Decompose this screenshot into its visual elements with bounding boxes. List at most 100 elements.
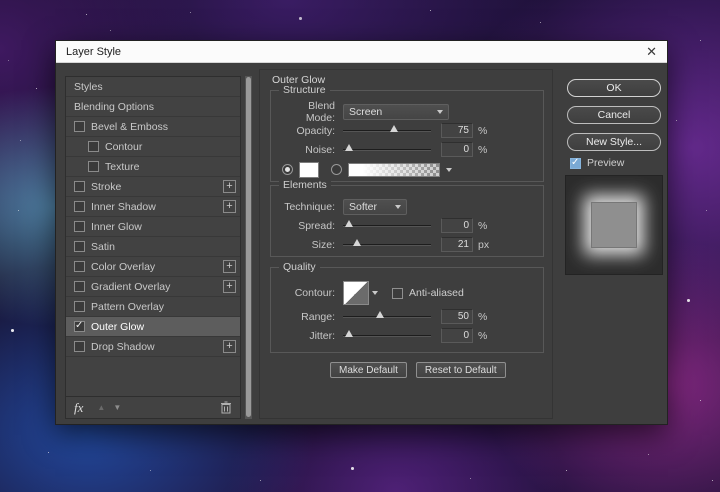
delete-effect-icon[interactable] (220, 401, 232, 414)
range-label: Range: (301, 310, 335, 323)
style-enable-checkbox[interactable] (88, 141, 99, 152)
opacity-slider[interactable] (343, 124, 431, 132)
move-effect-up-icon[interactable]: ▲ (97, 403, 105, 412)
add-effect-instance-button[interactable]: + (223, 260, 236, 273)
glow-color-swatch[interactable] (299, 161, 319, 178)
sidebar-item-outer-glow[interactable]: Outer Glow + (66, 317, 240, 337)
technique-row: Technique: Softer (277, 197, 535, 216)
sidebar-item-drop-shadow[interactable]: Drop Shadow + (66, 337, 240, 357)
spread-input[interactable]: 0 (441, 218, 473, 233)
style-enable-checkbox[interactable] (74, 221, 85, 232)
fx-icon[interactable]: fx (74, 400, 83, 416)
ok-button[interactable]: OK (567, 79, 661, 97)
style-enable-checkbox[interactable] (74, 121, 85, 132)
scrollbar-thumb[interactable] (246, 77, 251, 417)
blend-mode-select[interactable]: Screen (343, 103, 449, 120)
size-input[interactable]: 21 (441, 237, 473, 252)
color-radio[interactable] (282, 164, 293, 175)
sidebar-footer: fx ▲ ▼ (66, 396, 240, 418)
style-enable-checkbox[interactable] (74, 241, 85, 252)
sidebar-item-gradient-overlay[interactable]: Gradient Overlay + (66, 277, 240, 297)
sidebar-item-color-overlay[interactable]: Color Overlay + (66, 257, 240, 277)
sidebar-item-label: Pattern Overlay (91, 300, 164, 313)
size-slider[interactable] (343, 238, 431, 246)
slider-thumb-icon[interactable] (390, 124, 399, 132)
quality-group: Quality Contour: Anti-aliased Range: 50 … (270, 261, 544, 353)
gradient-radio[interactable] (331, 164, 342, 175)
range-unit: % (478, 310, 488, 323)
noise-input[interactable]: 0 (441, 142, 473, 157)
add-effect-instance-button[interactable]: + (223, 200, 236, 213)
sidebar-scrollbar[interactable] (245, 76, 252, 419)
size-label: Size: (311, 238, 335, 251)
blend-mode-value: Screen (349, 105, 383, 118)
new-style-button[interactable]: New Style... (567, 133, 661, 151)
sidebar-item-satin[interactable]: Satin + (66, 237, 240, 257)
dialog-titlebar[interactable]: Layer Style ✕ (56, 41, 667, 63)
sidebar-item-texture[interactable]: Texture + (66, 157, 240, 177)
slider-thumb-icon[interactable] (353, 238, 362, 246)
chevron-down-icon[interactable] (372, 291, 378, 295)
sidebar-item-blending-options[interactable]: Blending Options + (66, 97, 240, 117)
contour-row: Contour: Anti-aliased (277, 279, 535, 307)
add-effect-instance-button[interactable]: + (223, 280, 236, 293)
blend-mode-label: Blend Mode: (305, 99, 335, 124)
gradient-picker[interactable] (348, 162, 440, 177)
make-default-button[interactable]: Make Default (330, 362, 407, 378)
spread-slider[interactable] (343, 219, 431, 227)
contour-picker[interactable] (343, 281, 369, 305)
style-enable-checkbox[interactable] (74, 301, 85, 312)
jitter-input[interactable]: 0 (441, 328, 473, 343)
reset-to-default-button[interactable]: Reset to Default (415, 362, 506, 378)
sidebar-item-contour[interactable]: Contour + (66, 137, 240, 157)
noise-slider[interactable] (343, 143, 431, 151)
size-row: Size: 21 px (277, 235, 535, 254)
slider-thumb-icon[interactable] (345, 329, 354, 337)
sidebar-item-bevel-emboss[interactable]: Bevel & Emboss + (66, 117, 240, 137)
jitter-unit: % (478, 329, 488, 342)
sidebar-item-styles[interactable]: Styles + (66, 77, 240, 97)
antialiased-label: Anti-aliased (409, 287, 464, 299)
close-icon[interactable]: ✕ (646, 45, 657, 58)
preview-toggle-row: Preview (570, 157, 624, 169)
range-input[interactable]: 50 (441, 309, 473, 324)
blend-mode-row: Blend Mode: Screen (277, 99, 535, 124)
layer-style-dialog: Layer Style ✕ Styles + Blending Options … (55, 40, 668, 425)
preview-checkbox[interactable] (570, 157, 581, 169)
sidebar-item-label: Drop Shadow (91, 340, 155, 353)
style-enable-checkbox[interactable] (74, 181, 85, 192)
slider-thumb-icon[interactable] (375, 310, 384, 318)
technique-select[interactable]: Softer (343, 198, 407, 215)
noise-row: Noise: 0 % (277, 140, 535, 159)
preview-panel (565, 175, 663, 275)
opacity-label: Opacity: (296, 124, 335, 137)
style-enable-checkbox[interactable] (74, 201, 85, 212)
style-enable-checkbox[interactable] (74, 320, 85, 332)
glow-preview-thumbnail (591, 202, 637, 248)
sidebar-item-inner-glow[interactable]: Inner Glow + (66, 217, 240, 237)
jitter-slider[interactable] (343, 329, 431, 337)
sidebar-item-inner-shadow[interactable]: Inner Shadow + (66, 197, 240, 217)
move-effect-down-icon[interactable]: ▼ (113, 403, 121, 412)
jitter-label: Jitter: (309, 329, 335, 342)
style-enable-checkbox[interactable] (74, 281, 85, 292)
sidebar-item-stroke[interactable]: Stroke + (66, 177, 240, 197)
opacity-input[interactable]: 75 (441, 123, 473, 138)
sidebar-item-label: Inner Glow (91, 220, 142, 233)
slider-thumb-icon[interactable] (345, 143, 354, 151)
style-enable-checkbox[interactable] (74, 261, 85, 272)
cancel-button[interactable]: Cancel (567, 106, 661, 124)
size-unit: px (478, 238, 490, 251)
styles-list: Styles + Blending Options + Bevel & Embo… (66, 77, 240, 396)
add-effect-instance-button[interactable]: + (223, 180, 236, 193)
antialiased-checkbox[interactable] (392, 287, 403, 299)
structure-group-title: Structure (279, 84, 330, 96)
add-effect-instance-button[interactable]: + (223, 340, 236, 353)
sidebar-item-pattern-overlay[interactable]: Pattern Overlay + (66, 297, 240, 317)
slider-thumb-icon[interactable] (345, 219, 354, 227)
range-slider[interactable] (343, 310, 431, 318)
chevron-down-icon[interactable] (446, 167, 452, 172)
style-enable-checkbox[interactable] (88, 161, 99, 172)
style-enable-checkbox[interactable] (74, 341, 85, 352)
sidebar-item-label: Inner Shadow (91, 200, 156, 213)
